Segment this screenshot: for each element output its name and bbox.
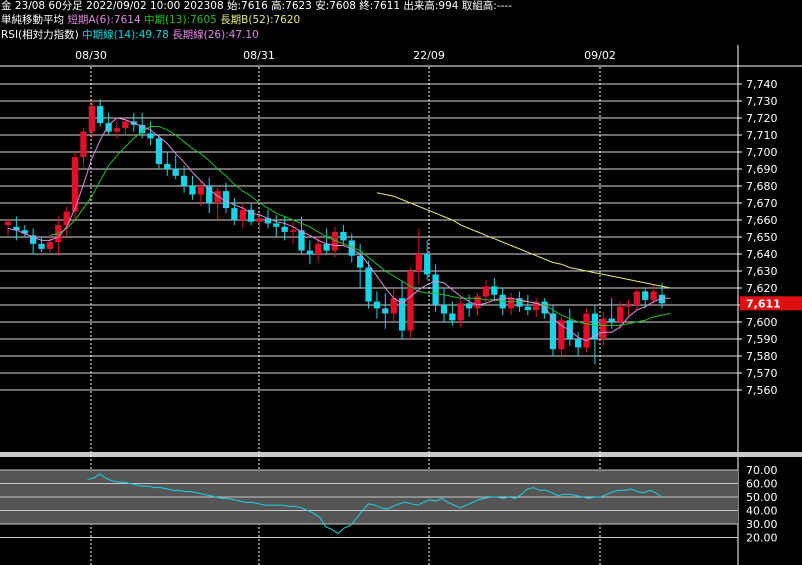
candle-body — [491, 286, 498, 295]
candle-body — [340, 231, 347, 241]
price-chart[interactable]: 08/30 08/31 22/09 09/02 7,740 7,730 7,720 7,710… — [0, 0, 802, 565]
y-tick-label: 7,620 — [746, 282, 778, 295]
rsi-y-tick-label: 70.00 — [746, 464, 778, 477]
rsi-y-tick-label: 20.00 — [746, 532, 778, 545]
y-tick-label: 7,630 — [746, 265, 778, 278]
candle-body — [575, 339, 582, 348]
candle-body — [507, 298, 515, 309]
candle-body — [180, 175, 188, 186]
ma-mid-line — [49, 126, 671, 326]
candle-body — [38, 243, 45, 249]
candle-body — [382, 308, 389, 314]
y-tick-label: 7,670 — [746, 197, 778, 210]
x-tick-label: 08/30 — [75, 49, 107, 62]
candle-body — [239, 209, 246, 220]
candle-body — [315, 243, 322, 254]
candle-body — [155, 138, 163, 164]
candle-body — [616, 306, 624, 322]
candle-body — [365, 267, 372, 302]
candle-body — [46, 242, 54, 249]
ma-short-line — [7, 117, 671, 342]
candle-body — [415, 254, 422, 271]
y-tick-label: 7,570 — [746, 367, 778, 380]
y-tick-label: 7,700 — [746, 146, 778, 159]
ma-long-line — [376, 192, 671, 289]
pane-separator — [0, 452, 802, 457]
candle-body — [482, 286, 490, 297]
candle-body — [113, 128, 121, 132]
candle-body — [189, 186, 196, 195]
candle-body — [625, 305, 632, 307]
candle-body — [407, 271, 414, 331]
candle-body — [147, 133, 154, 139]
candle-body — [164, 163, 171, 169]
candle-body — [583, 313, 590, 348]
rsi-y-tick-label: 50.00 — [746, 491, 778, 504]
y-tick-label: 7,640 — [746, 248, 778, 261]
candle-body — [390, 298, 397, 314]
y-tick-label: 7,650 — [746, 231, 778, 244]
candle-body — [524, 306, 531, 311]
candle-body — [558, 320, 565, 350]
candle-body — [206, 186, 213, 203]
candle-body — [432, 274, 439, 305]
candle-body — [373, 301, 381, 309]
candle-body — [289, 230, 297, 232]
candle-body — [424, 254, 431, 275]
y-tick-label: 7,600 — [746, 316, 778, 329]
candle-body — [642, 291, 649, 300]
candle-body — [466, 303, 473, 309]
candle-body — [256, 218, 263, 222]
candle-body — [440, 305, 448, 314]
x-tick-label: 09/02 — [584, 49, 616, 62]
y-tick-label: 7,690 — [746, 163, 778, 176]
y-tick-label: 7,660 — [746, 214, 778, 227]
y-tick-label: 7,680 — [746, 180, 778, 193]
candle-body — [600, 318, 607, 339]
candle-body — [650, 291, 657, 300]
candle-body — [357, 255, 364, 268]
y-tick-label: 7,720 — [746, 112, 778, 125]
candle-body — [97, 106, 104, 124]
x-tick-label: 22/09 — [413, 49, 445, 62]
candle-body — [88, 106, 95, 132]
y-tick-label: 7,710 — [746, 129, 778, 142]
y-tick-label: 7,730 — [746, 95, 778, 108]
candle-body — [306, 250, 313, 254]
y-tick-label: 7,560 — [746, 384, 778, 397]
candle-body — [172, 169, 179, 176]
candle-body — [197, 186, 204, 195]
candle-body — [80, 131, 87, 158]
x-tick-label: 08/31 — [243, 49, 275, 62]
y-tick-label: 7,580 — [746, 350, 778, 363]
rsi-y-tick-label: 60.00 — [746, 478, 778, 491]
candle-body — [281, 226, 288, 232]
candle-body — [273, 223, 280, 227]
candle-body — [231, 208, 238, 220]
candle-body — [633, 291, 640, 305]
rsi-y-tick-label: 30.00 — [746, 518, 778, 531]
candle-body — [122, 121, 129, 129]
last-price-label: 7,611 — [746, 297, 781, 310]
rsi-y-tick-label: 40.00 — [746, 505, 778, 518]
y-tick-label: 7,590 — [746, 333, 778, 346]
candle-body — [449, 313, 456, 321]
candle-body — [4, 221, 12, 226]
candle-body — [608, 318, 615, 322]
candle-body — [457, 303, 464, 321]
y-tick-label: 7,740 — [746, 78, 778, 91]
candle-body — [323, 243, 330, 251]
